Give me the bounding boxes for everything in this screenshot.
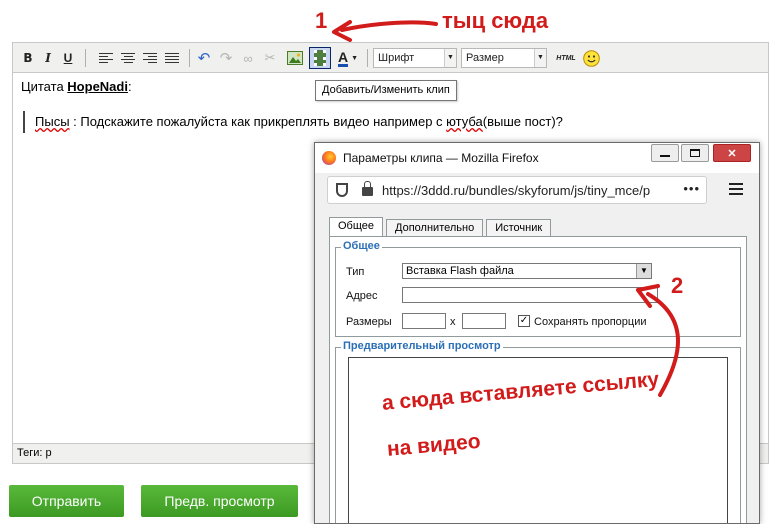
toolbar-separator bbox=[189, 49, 190, 67]
height-input[interactable] bbox=[462, 313, 506, 329]
emoticon-button[interactable] bbox=[581, 48, 601, 68]
link-icon[interactable]: ∞ bbox=[239, 48, 257, 68]
maximize-button[interactable] bbox=[681, 144, 709, 162]
smiley-icon bbox=[582, 49, 600, 67]
chevron-down-icon: ▼ bbox=[534, 49, 546, 67]
tags-path: Теги: p bbox=[17, 447, 52, 459]
editor-toolbar: B I U ↶ ↷ ∞ ✂ A ▼ Шрифт ▼ Размер ▼ HTML bbox=[13, 43, 768, 73]
tab-general[interactable]: Общее bbox=[329, 217, 384, 237]
misspelled-word: Пысы bbox=[35, 114, 70, 129]
text-color-button[interactable]: A ▼ bbox=[335, 48, 361, 68]
quote-text: (выше пост)? bbox=[482, 114, 563, 129]
annotation-step-1-text: тыц сюда bbox=[442, 8, 549, 33]
address-label: Адрес bbox=[346, 290, 378, 302]
align-right-button[interactable] bbox=[141, 48, 159, 68]
shield-icon bbox=[336, 183, 348, 197]
tab-advanced[interactable]: Дополнительно bbox=[386, 219, 484, 237]
align-justify-icon bbox=[165, 52, 179, 64]
font-family-select-value: Шрифт bbox=[378, 52, 415, 64]
undo-button[interactable]: ↶ bbox=[195, 48, 213, 68]
bold-button[interactable]: B bbox=[20, 48, 36, 68]
toolbar-separator bbox=[85, 49, 86, 67]
dialog-tabs: Общее Дополнительно Источник bbox=[329, 217, 554, 237]
align-left-icon bbox=[99, 52, 113, 64]
sizes-label: Размеры bbox=[346, 316, 392, 328]
maximize-icon bbox=[690, 149, 700, 157]
preview-button[interactable]: Предв. просмотр bbox=[141, 485, 298, 517]
font-family-select[interactable]: Шрифт ▼ bbox=[373, 48, 457, 68]
close-icon: ✕ bbox=[727, 147, 737, 160]
unlink-icon[interactable]: ✂ bbox=[261, 48, 279, 68]
redo-button[interactable]: ↷ bbox=[217, 48, 235, 68]
quote-body[interactable]: Пысы : Подскажите пожалуйста как прикреп… bbox=[23, 111, 563, 133]
insert-clip-tooltip: Добавить/Изменить клип bbox=[315, 80, 457, 101]
text-color-icon: A bbox=[337, 48, 349, 67]
underline-button[interactable]: U bbox=[60, 48, 76, 68]
italic-button[interactable]: I bbox=[40, 48, 56, 68]
submit-button[interactable]: Отправить bbox=[9, 485, 124, 517]
insert-image-button[interactable] bbox=[285, 48, 305, 68]
general-legend: Общее bbox=[341, 240, 382, 252]
quote-suffix: : bbox=[127, 79, 132, 94]
align-right-icon bbox=[143, 52, 157, 64]
quote-author: HopeNadi bbox=[67, 79, 128, 94]
minimize-icon bbox=[660, 155, 670, 157]
misspelled-word: ютуба bbox=[446, 114, 483, 129]
keep-ratio-checkbox[interactable]: ✓ bbox=[518, 315, 530, 327]
hamburger-menu-icon[interactable] bbox=[729, 183, 743, 195]
close-button[interactable]: ✕ bbox=[713, 144, 751, 162]
align-center-icon bbox=[121, 52, 135, 64]
image-icon bbox=[287, 51, 303, 65]
address-bar[interactable]: https://3ddd.ru/bundles/skyforum/js/tiny… bbox=[327, 176, 707, 204]
tab-source[interactable]: Источник bbox=[486, 219, 552, 237]
html-source-button[interactable]: HTML bbox=[555, 48, 577, 68]
sizes-separator: x bbox=[450, 316, 456, 328]
font-size-select[interactable]: Размер ▼ bbox=[461, 48, 547, 68]
firefox-logo-icon bbox=[322, 151, 336, 165]
page-actions-button[interactable]: ••• bbox=[683, 181, 700, 196]
align-left-button[interactable] bbox=[97, 48, 115, 68]
window-title: Параметры клипа — Mozilla Firefox bbox=[343, 151, 539, 165]
toolbar-separator bbox=[367, 49, 368, 67]
quote-header: Цитата HopeNadi: bbox=[21, 79, 132, 94]
align-justify-button[interactable] bbox=[163, 48, 181, 68]
chevron-down-icon: ▼ bbox=[351, 54, 359, 62]
annotation-arrow-1 bbox=[332, 20, 438, 42]
type-label: Тип bbox=[346, 266, 365, 278]
window-titlebar[interactable]: Параметры клипа — Mozilla Firefox ✕ bbox=[315, 143, 759, 173]
align-center-button[interactable] bbox=[119, 48, 137, 68]
width-input[interactable] bbox=[402, 313, 446, 329]
url-text: https://3ddd.ru/bundles/skyforum/js/tiny… bbox=[382, 183, 651, 198]
insert-clip-button[interactable] bbox=[309, 47, 331, 69]
preview-legend: Предварительный просмотр bbox=[341, 340, 503, 352]
lock-icon bbox=[362, 181, 373, 196]
film-icon bbox=[314, 50, 326, 66]
annotation-step-2-number: 2 bbox=[671, 273, 684, 298]
quote-prefix: Цитата bbox=[21, 79, 64, 94]
font-size-select-value: Размер bbox=[466, 52, 504, 64]
type-select-value: Вставка Flash файла bbox=[406, 265, 514, 277]
clip-settings-window: Параметры клипа — Mozilla Firefox ✕ http… bbox=[314, 142, 760, 524]
minimize-button[interactable] bbox=[651, 144, 679, 162]
chevron-down-icon: ▼ bbox=[444, 49, 456, 67]
quote-text: : Подскажите пожалуйста как прикреплять … bbox=[69, 114, 447, 129]
